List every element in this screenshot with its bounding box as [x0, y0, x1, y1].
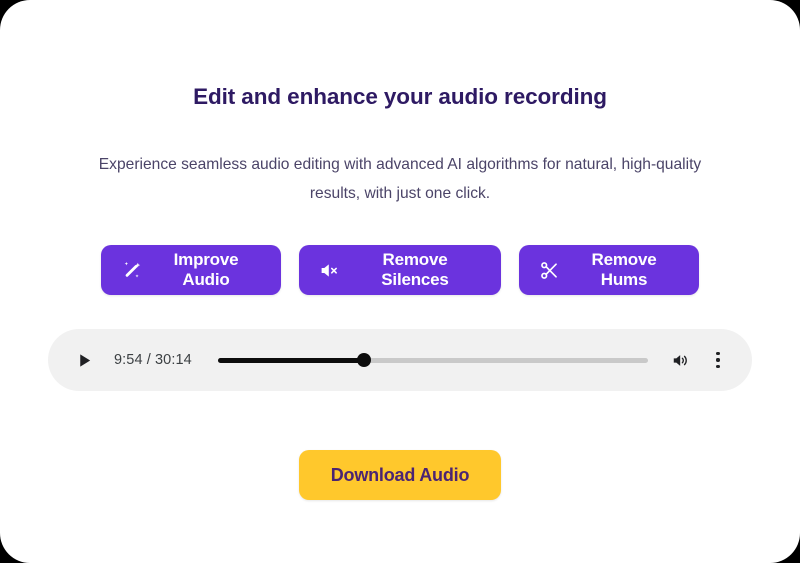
seek-slider[interactable] [217, 351, 648, 369]
play-icon [79, 353, 90, 367]
audio-player: 9:54 / 30:14 [48, 329, 752, 391]
magic-wand-icon [121, 260, 142, 281]
kebab-menu-icon [716, 358, 720, 362]
action-button-row: Improve Audio Remove Silences Remove Hum… [0, 245, 800, 295]
page-subtitle: Experience seamless audio editing with a… [98, 156, 702, 202]
volume-button[interactable] [668, 348, 692, 372]
remove-hums-button-label: Remove Hums [591, 250, 657, 289]
volume-on-icon [673, 354, 687, 366]
kebab-menu-icon [716, 364, 720, 369]
time-display: 9:54 / 30:14 [114, 352, 192, 368]
play-button[interactable] [72, 348, 96, 372]
seek-progress [217, 357, 365, 363]
improve-audio-button-label: Improve Audio [173, 250, 239, 289]
remove-silences-button-label: Remove Silences [381, 250, 449, 289]
audio-editor-card: Edit and enhance your audio recording Ex… [0, 0, 800, 563]
speaker-muted-icon [319, 260, 340, 281]
download-audio-button[interactable]: Download Audio [299, 450, 501, 500]
remove-silences-button[interactable]: Remove Silences [299, 245, 501, 295]
page-title: Edit and enhance your audio recording [193, 84, 607, 109]
scissors-icon [539, 260, 560, 281]
kebab-menu-icon [716, 351, 720, 356]
seek-handle[interactable] [357, 353, 372, 367]
remove-hums-button[interactable]: Remove Hums [519, 245, 699, 295]
improve-audio-button[interactable]: Improve Audio [101, 245, 281, 295]
more-options-button[interactable] [706, 348, 730, 372]
